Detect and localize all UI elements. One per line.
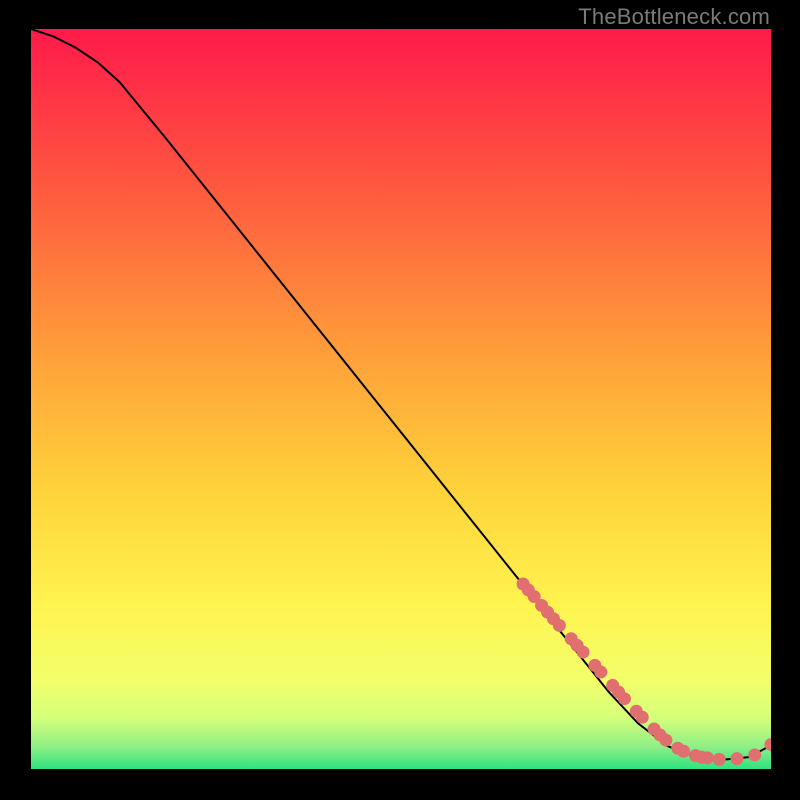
scatter-point [594,666,607,679]
scatter-point [659,734,672,747]
scatter-point [636,711,649,724]
scatter-point [553,619,566,632]
scatter-point [677,745,690,758]
scatter-point [748,748,761,761]
scatter-point [713,753,726,766]
plot-area [31,29,771,769]
gradient-background [31,29,771,769]
scatter-point [701,751,714,764]
scatter-point [618,692,631,705]
watermark-text: TheBottleneck.com [578,4,770,30]
scatter-point [577,646,590,659]
scatter-point [730,752,743,765]
plot-svg [31,29,771,769]
chart-stage: TheBottleneck.com [0,0,800,800]
